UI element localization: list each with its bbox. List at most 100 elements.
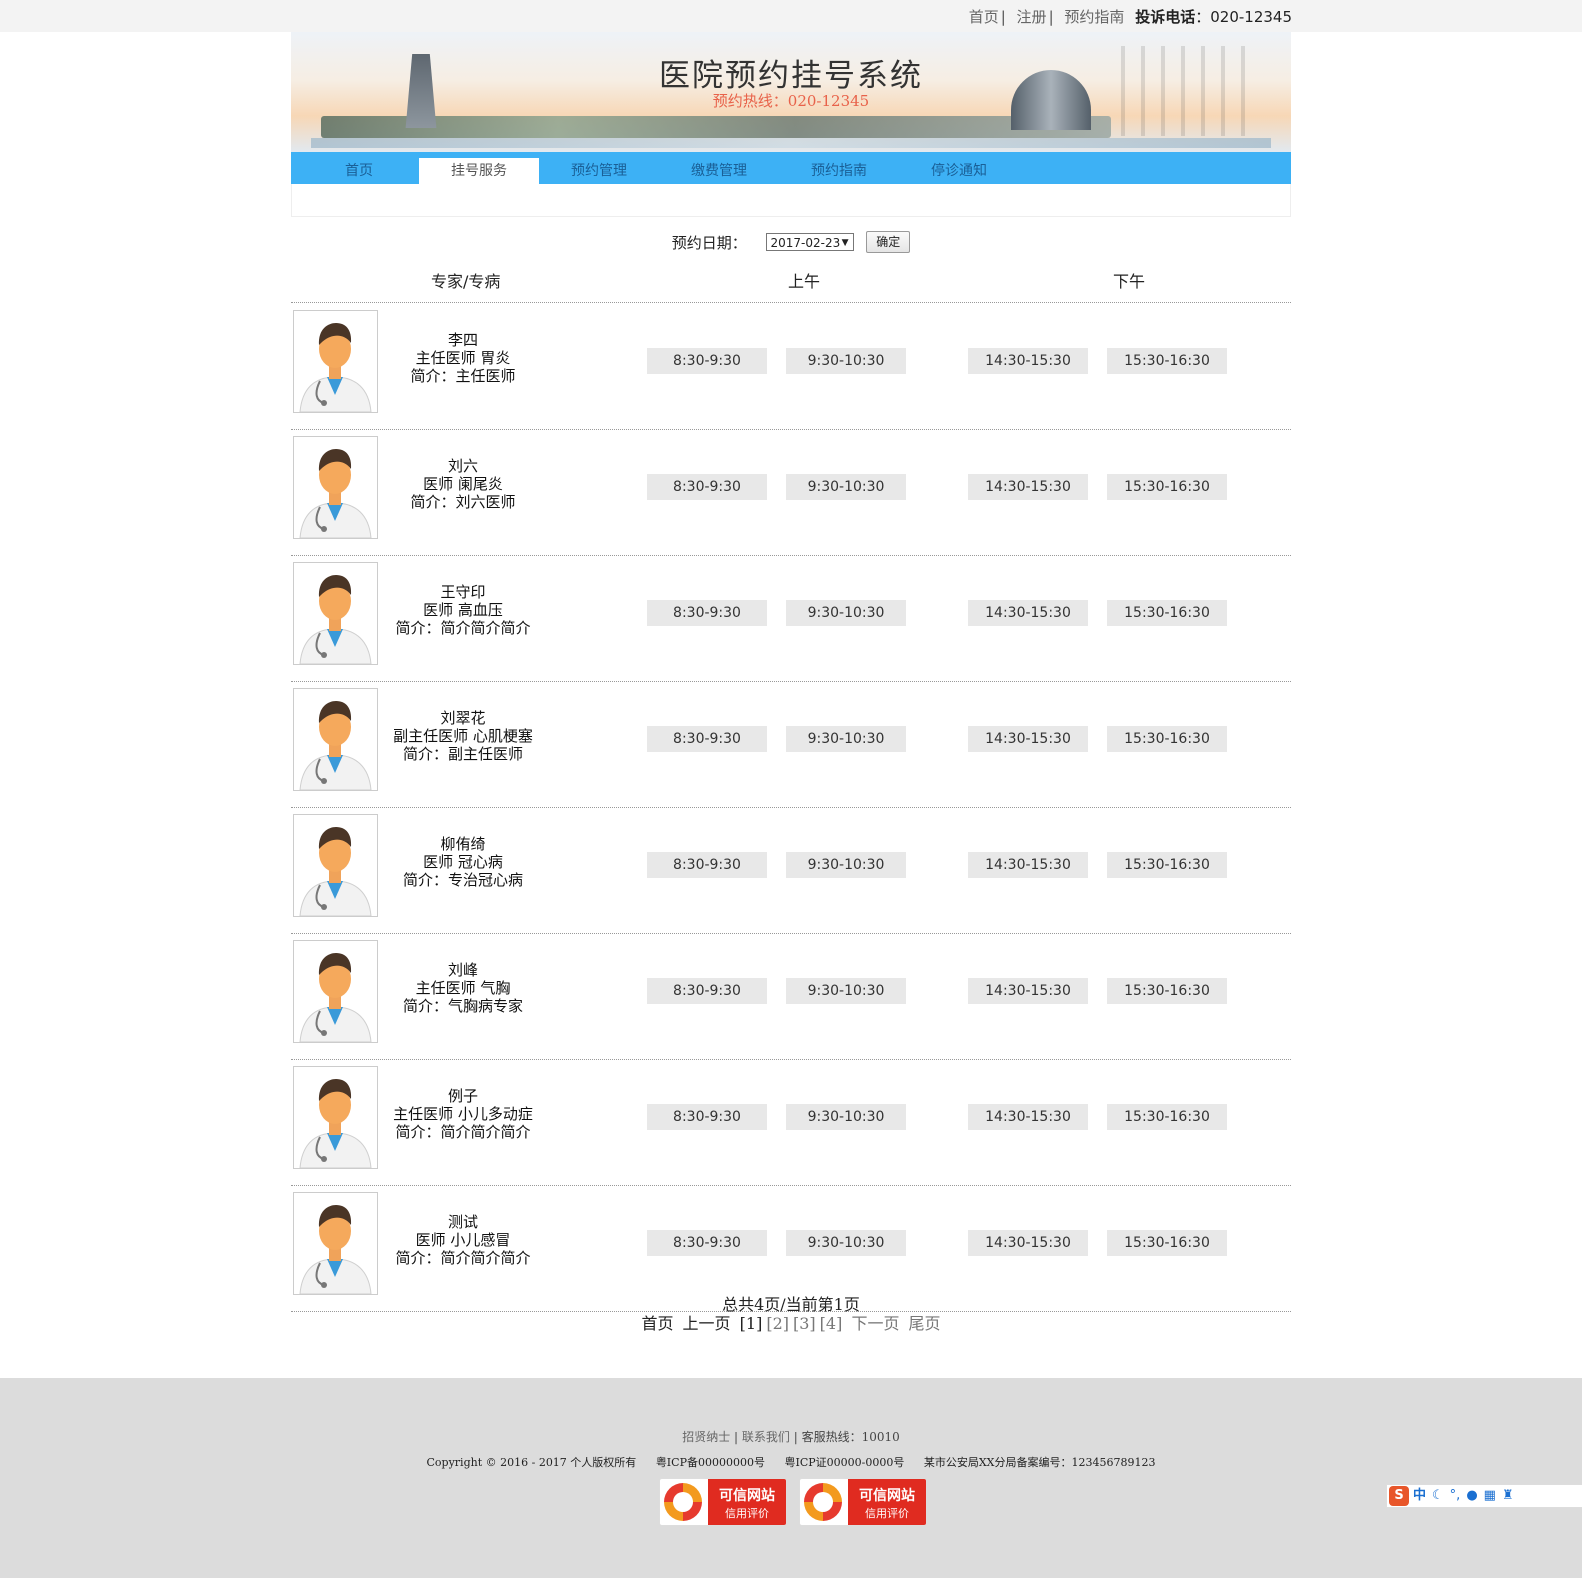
doctor-title-line: 副主任医师 心肌梗塞 xyxy=(393,727,533,745)
doctor-name: 刘翠花 xyxy=(440,709,486,727)
schedule-header: 专家/专病 上午 下午 xyxy=(0,268,1582,291)
time-slot-button[interactable]: 9:30-10:30 xyxy=(786,474,906,500)
time-slot-button[interactable]: 14:30-15:30 xyxy=(968,978,1088,1004)
doctor-info: 刘峰 主任医师 气胸 简介：气胸病专家 xyxy=(383,961,543,1015)
doctor-row: 刘峰 主任医师 气胸 简介：气胸病专家 8:30-9:30 9:30-10:30 14:3… xyxy=(291,933,1291,1060)
doctor-avatar xyxy=(293,940,378,1043)
time-slot-button[interactable]: 14:30-15:30 xyxy=(968,852,1088,878)
footer-link-contact[interactable]: 联系我们 xyxy=(742,1430,790,1444)
pager-prev[interactable]: 上一页 xyxy=(683,1314,731,1333)
time-slot-button[interactable]: 15:30-16:30 xyxy=(1107,600,1227,626)
pager-last[interactable]: 尾页 xyxy=(909,1314,941,1333)
top-links: 首页 | 注册 | 预约指南 投诉电话：020-12345 xyxy=(968,6,1292,27)
time-slot-button[interactable]: 8:30-9:30 xyxy=(647,852,767,878)
doctor-info: 刘六 医师 阑尾炎 简介：刘六医师 xyxy=(383,457,543,511)
trust-logo-icon xyxy=(664,1483,702,1521)
time-slot-button[interactable]: 9:30-10:30 xyxy=(786,1104,906,1130)
pager-page-4[interactable]: [4] xyxy=(820,1314,843,1333)
site-title: 医院预约挂号系统 xyxy=(659,58,923,94)
nav-tab-guide[interactable]: 预约指南 xyxy=(779,158,899,184)
pager-next[interactable]: 下一页 xyxy=(851,1314,899,1333)
trust-badge[interactable]: 可信网站 信用评价 xyxy=(799,1478,927,1526)
time-slot-button[interactable]: 8:30-9:30 xyxy=(647,600,767,626)
complaint-phone: 020-12345 xyxy=(1210,8,1292,26)
date-select[interactable]: 2017-02-23 ▼ xyxy=(765,233,854,251)
doctor-row: 刘翠花 副主任医师 心肌梗塞 简介：副主任医师 8:30-9:30 9:30-10:30… xyxy=(291,681,1291,808)
time-slot-button[interactable]: 14:30-15:30 xyxy=(968,1230,1088,1256)
pager-first[interactable]: 首页 xyxy=(641,1314,673,1333)
time-slot-button[interactable]: 8:30-9:30 xyxy=(647,348,767,374)
time-slot-button[interactable]: 8:30-9:30 xyxy=(647,726,767,752)
time-slot-button[interactable]: 8:30-9:30 xyxy=(647,1230,767,1256)
doctor-name: 例子 xyxy=(447,1087,478,1105)
date-filter: 预约日期： 2017-02-23 ▼ 确定 xyxy=(0,231,1582,253)
time-slot-button[interactable]: 14:30-15:30 xyxy=(968,600,1088,626)
time-slot-button[interactable]: 9:30-10:30 xyxy=(786,726,906,752)
time-slot-button[interactable]: 9:30-10:30 xyxy=(786,852,906,878)
time-slot-button[interactable]: 9:30-10:30 xyxy=(786,1230,906,1256)
banner-hotline: 预约热线：020-12345 xyxy=(712,92,870,110)
nav-tab-appointments[interactable]: 预约管理 xyxy=(539,158,659,184)
top-link-register[interactable]: 注册 xyxy=(1017,6,1047,27)
doctor-info: 王守印 医师 高血压 简介：简介简介简介 xyxy=(383,583,543,637)
time-slot-button[interactable]: 8:30-9:30 xyxy=(647,1104,767,1130)
top-link-home[interactable]: 首页 xyxy=(969,6,999,27)
pager-summary: 总共4页/当前第1页 xyxy=(722,1295,860,1314)
doctor-avatar xyxy=(293,562,378,665)
time-slot-button[interactable]: 8:30-9:30 xyxy=(647,474,767,500)
footer-service-hotline: 客服热线：10010 xyxy=(801,1430,900,1444)
pager-page-3[interactable]: [3] xyxy=(793,1314,816,1333)
doctor-name: 刘六 xyxy=(447,457,478,475)
time-slot-button[interactable]: 9:30-10:30 xyxy=(786,978,906,1004)
top-link-guide[interactable]: 预约指南 xyxy=(1064,6,1124,27)
time-slot-button[interactable]: 15:30-16:30 xyxy=(1107,1230,1227,1256)
time-slot-button[interactable]: 14:30-15:30 xyxy=(968,474,1088,500)
chevron-down-icon: ▼ xyxy=(841,238,849,248)
nav-tab-registration[interactable]: 挂号服务 xyxy=(419,158,539,184)
doctor-row: 测试 医师 小儿感冒 简介：简介简介简介 8:30-9:30 9:30-10:30 14:… xyxy=(291,1185,1291,1312)
footer: 招贤纳士 | 联系我们 | 客服热线：10010 Copyright © 201… xyxy=(0,1378,1582,1578)
doctor-name: 测试 xyxy=(447,1213,478,1231)
doctor-row: 王守印 医师 高血压 简介：简介简介简介 8:30-9:30 9:30-10:30 14:… xyxy=(291,555,1291,682)
doctor-intro: 简介：简介简介简介 xyxy=(395,619,531,637)
doctor-title-line: 医师 阑尾炎 xyxy=(423,475,503,493)
doctor-intro: 简介：简介简介简介 xyxy=(395,1123,531,1141)
confirm-button[interactable]: 确定 xyxy=(866,231,911,253)
time-slot-button[interactable]: 15:30-16:30 xyxy=(1107,852,1227,878)
time-slot-button[interactable]: 15:30-16:30 xyxy=(1107,474,1227,500)
doctor-intro: 简介：主任医师 xyxy=(410,367,516,385)
time-slot-button[interactable]: 9:30-10:30 xyxy=(786,348,906,374)
keyboard-icon: ▦ xyxy=(1483,1488,1496,1503)
pager-page-1[interactable]: [1] xyxy=(740,1314,763,1333)
footer-link-careers[interactable]: 招贤纳士 xyxy=(682,1430,730,1444)
header-afternoon: 下午 xyxy=(1113,272,1146,291)
doctor-title-line: 医师 小儿感冒 xyxy=(415,1231,511,1249)
punctuation-icon: °, xyxy=(1449,1488,1461,1503)
doctor-intro: 简介：副主任医师 xyxy=(402,745,523,763)
time-slot-button[interactable]: 15:30-16:30 xyxy=(1107,726,1227,752)
doctor-info: 例子 主任医师 小儿多动症 简介：简介简介简介 xyxy=(383,1087,543,1141)
trust-badge[interactable]: 可信网站 信用评价 xyxy=(659,1478,787,1526)
time-slot-button[interactable]: 14:30-15:30 xyxy=(968,348,1088,374)
nav-tab-suspension-notice[interactable]: 停诊通知 xyxy=(899,158,1019,184)
ime-toolbar[interactable]: S 中 ☾ °, ● ▦ ♜ xyxy=(1386,1484,1582,1508)
doctor-avatar xyxy=(293,1066,378,1169)
time-slot-button[interactable]: 14:30-15:30 xyxy=(968,726,1088,752)
nav-tab-home[interactable]: 首页 xyxy=(299,158,419,184)
doctor-name: 刘峰 xyxy=(447,961,478,979)
nav-tab-payments[interactable]: 缴费管理 xyxy=(659,158,779,184)
time-slot-button[interactable]: 9:30-10:30 xyxy=(786,600,906,626)
doctor-row: 李四 主任医师 胃炎 简介：主任医师 8:30-9:30 9:30-10:30 14:30… xyxy=(291,303,1291,430)
time-slot-button[interactable]: 14:30-15:30 xyxy=(968,1104,1088,1130)
footer-copyright: Copyright © 2016 - 2017 个人版权所有 粤ICP备0000… xyxy=(426,1456,1156,1469)
time-slot-button[interactable]: 15:30-16:30 xyxy=(1107,348,1227,374)
doctor-info: 测试 医师 小儿感冒 简介：简介简介简介 xyxy=(383,1213,543,1267)
time-slot-button[interactable]: 15:30-16:30 xyxy=(1107,1104,1227,1130)
doctor-name: 柳侑绮 xyxy=(440,835,486,853)
time-slot-button[interactable]: 8:30-9:30 xyxy=(647,978,767,1004)
time-slot-button[interactable]: 15:30-16:30 xyxy=(1107,978,1227,1004)
doctor-row: 柳侑绮 医师 冠心病 简介：专治冠心病 8:30-9:30 9:30-10:30 14:3… xyxy=(291,807,1291,934)
pager-page-2[interactable]: [2] xyxy=(766,1314,789,1333)
doctor-intro: 简介：专治冠心病 xyxy=(402,871,523,889)
moon-icon: ☾ xyxy=(1432,1488,1444,1503)
